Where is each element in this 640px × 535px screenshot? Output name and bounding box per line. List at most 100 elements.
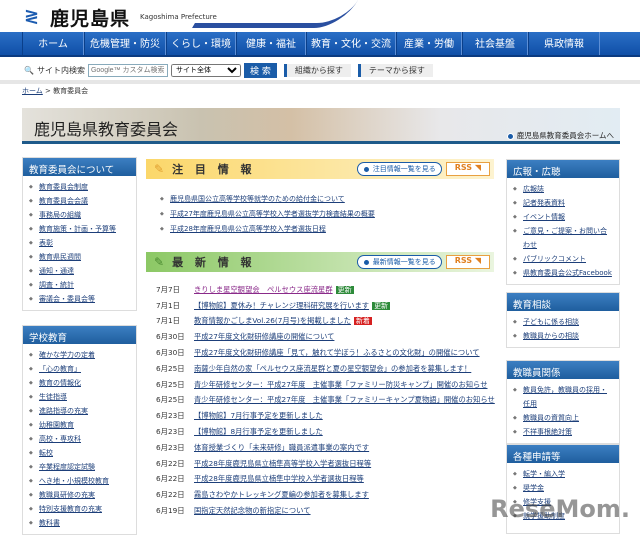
sidebar-link[interactable]: 特別支援教育の充実 [39, 505, 102, 513]
nav-home[interactable]: ホーム [22, 32, 84, 55]
board-home-link[interactable]: 鹿児島県教育委員会ホームへ [507, 130, 614, 141]
sidebar-link[interactable]: 高校・専攻科 [39, 435, 81, 443]
sidebar-link[interactable]: 奨学金 [523, 484, 544, 492]
sidebar-link[interactable]: 調査・統計 [39, 281, 74, 289]
attention-link[interactable]: 平成27年度鹿児島県公立高等学校入学者選抜学力検査結果の概要 [170, 210, 375, 218]
news-link[interactable]: 平成27年度文化財研修講座「見て，触れて学ぼう！ふるさとの文化財」の開催について [194, 348, 480, 357]
search-button[interactable]: 検 索 [243, 63, 277, 78]
news-link[interactable]: 南薩少年自然の家「ペルセウス座流星群と夏の星空観望会」の参加者を募集します！ [194, 364, 471, 373]
sidebar-item: 教職員からの相談 [513, 329, 613, 343]
sidebar-heading: 学校教育 [23, 326, 136, 344]
sidebar-link[interactable]: 教育県民週間 [39, 253, 81, 261]
search-input[interactable] [87, 64, 168, 77]
sidebar-link[interactable]: 教育委員会会議 [39, 197, 88, 205]
sidebar-link[interactable]: へき地・小規模校教育 [39, 477, 109, 485]
nav-living[interactable]: くらし・環境 [166, 32, 236, 55]
attention-rss-button[interactable]: RSS ◥ [445, 162, 490, 176]
sidebar-link[interactable]: 広報誌 [523, 185, 544, 193]
news-date: 6月25日 [156, 363, 185, 373]
search-label: サイト内検索 [36, 66, 85, 75]
news-date: 6月30日 [156, 332, 185, 342]
news-badge: 更新 [372, 301, 391, 310]
sidebar-link[interactable]: 県教育委員会公式Facebook [523, 269, 612, 277]
news-link[interactable]: 【博物館】7月行事予定を更新しました [194, 411, 323, 420]
sidebar-item: 卒業程度認定試験 [29, 460, 130, 474]
news-link[interactable]: 体育授業づくり「未来研修」職員派遣事業の案内です [194, 443, 369, 452]
news-link[interactable]: 霧島さわやかトレッキング夏編の参加者を募集します [194, 490, 369, 499]
sidebar-link[interactable]: 進路指導の充実 [39, 407, 88, 415]
prefecture-emblem-icon: ≷ [24, 6, 40, 27]
org-search-button[interactable]: 組織から探す [283, 64, 351, 77]
sidebar-item: 高校・専攻科 [29, 432, 130, 446]
search-icon: 🔍 [24, 66, 34, 75]
latest-list-button[interactable]: 最新情報一覧を見る [356, 255, 442, 269]
theme-search-button[interactable]: テーマから探す [357, 64, 433, 77]
news-link[interactable]: 青少年研修センター：平成27年度 主催事業「ファミリーキャンプ夏物語」開催のお知… [194, 395, 495, 404]
sidebar-link[interactable]: 教育施策・計画・予算等 [39, 225, 116, 233]
sidebar-item: 教職員の資質向上 [513, 411, 613, 425]
sidebar-link[interactable]: 転校 [39, 449, 53, 457]
nav-health[interactable]: 健康・福祉 [236, 32, 306, 55]
news-link[interactable]: 平成28年度鹿児島県立楠隼中学校入学者選抜日程等 [194, 474, 364, 483]
sidebar-link[interactable]: 審議会・委員会等 [39, 295, 95, 303]
sidebar-item: 教育施策・計画・予算等 [29, 222, 130, 236]
news-link[interactable]: 【博物館】夏休み！チャレンジ理科研究展を行います [194, 301, 369, 310]
nav-industry[interactable]: 産業・労働 [396, 32, 462, 55]
news-date: 6月23日 [156, 427, 185, 437]
news-date: 6月30日 [156, 348, 185, 358]
news-date: 6月22日 [156, 490, 185, 500]
breadcrumb-current: 教育委員会 [53, 87, 89, 95]
latest-rss-button[interactable]: RSS ◥ [445, 255, 490, 269]
news-link[interactable]: 教育情報かごしまVol.26(7月号)を掲載しました [194, 316, 351, 325]
attention-list-button[interactable]: 注目情報一覧を見る [356, 162, 442, 176]
sidebar-link[interactable]: 教育委員会制度 [39, 183, 88, 191]
sidebar-box-pr: 広報・広聴広報誌記者発表資料イベント情報ご意見・ご提案・お問い合わせパブリックコ… [506, 159, 620, 285]
sidebar-link[interactable]: イベント情報 [523, 213, 565, 221]
sidebar-item: イベント情報 [513, 210, 613, 224]
sidebar-link[interactable]: 子どもに係る相談 [523, 318, 579, 326]
search-scope-select[interactable]: サイト全体 [170, 64, 241, 77]
sidebar-link[interactable]: 教育の情報化 [39, 379, 81, 387]
sidebar-link[interactable]: パブリックコメント [523, 255, 586, 263]
sidebar-link[interactable]: 教職員からの相談 [523, 332, 579, 340]
sidebar-item: 教員免許，教職員の採用・任用 [513, 383, 613, 411]
latest-news-table: 7月7日 きりしま星空観望会 ペルセウス座流星群 更新 7月1日 【博物館】夏休み！チャ… [156, 282, 495, 519]
attention-header: ✎ 注 目 情 報 注目情報一覧を見る RSS ◥ [146, 159, 494, 179]
sidebar-link[interactable]: 「心の教育」 [39, 365, 81, 373]
sidebar-link[interactable]: 幼稚園教育 [39, 421, 74, 429]
news-date: 6月22日 [156, 474, 185, 484]
sidebar-link[interactable]: 教職員研修の充実 [39, 491, 95, 499]
sidebar-link[interactable]: 記者発表資料 [523, 199, 565, 207]
latest-title: 最 新 情 報 [172, 256, 256, 269]
sidebar-link[interactable]: 確かな学力の定着 [39, 351, 95, 359]
sidebar-link[interactable]: 卒業程度認定試験 [39, 463, 95, 471]
news-link[interactable]: 青少年研修センター：平成27年度 主催事業「ファミリー防災キャンプ」開催のお知ら… [194, 380, 488, 389]
nav-education[interactable]: 教育・文化・交流 [306, 32, 396, 55]
nav-disaster[interactable]: 危機管理・防災 [84, 32, 166, 55]
site-logo[interactable]: ≷ 鹿児島県 Kagoshima Prefecture [24, 4, 217, 30]
sidebar-link[interactable]: 不祥事根絶対策 [523, 428, 572, 436]
sidebar-link[interactable]: 生徒指導 [39, 393, 67, 401]
sidebar-link[interactable]: 通知・通達 [39, 267, 74, 275]
sidebar-link[interactable]: 教員免許，教職員の採用・任用 [523, 386, 607, 408]
news-link[interactable]: きりしま星空観望会 ペルセウス座流星群 [194, 285, 333, 294]
news-link[interactable]: 平成28年度鹿児島県立楠隼高等学校入学者選抜日程等 [194, 459, 371, 468]
nav-government[interactable]: 県政情報 [528, 32, 600, 55]
news-link[interactable]: 【博物館】8月行事予定を更新しました [194, 427, 323, 436]
sidebar-link[interactable]: 表彰 [39, 239, 53, 247]
table-row: 6月22日 霧島さわやかトレッキング夏編の参加者を募集します [156, 487, 495, 503]
attention-link[interactable]: 平成28年度鹿児島県公立高等学校入学者選抜日程 [170, 225, 326, 233]
global-nav: ホーム 危機管理・防災 くらし・環境 健康・福祉 教育・文化・交流 産業・労働 … [0, 32, 640, 57]
nav-infrastructure[interactable]: 社会基盤 [462, 32, 528, 55]
sidebar-item: 生徒指導 [29, 390, 130, 404]
sidebar-link[interactable]: 教科書 [39, 519, 60, 527]
news-link[interactable]: 平成27年度文化財研修講座の開催について [194, 332, 334, 341]
sidebar-link[interactable]: 転学・編入学 [523, 470, 565, 478]
sidebar-link[interactable]: ご意見・ご提案・お問い合わせ [523, 227, 607, 249]
sidebar-link[interactable]: 事務局の組織 [39, 211, 81, 219]
news-link[interactable]: 国指定天然記念物の新指定について [194, 506, 311, 515]
breadcrumb-home[interactable]: ホーム [22, 87, 43, 95]
sidebar-link[interactable]: 教職員の資質向上 [523, 414, 579, 422]
attention-link[interactable]: 鹿児島県国公立高等学校等就学のための給付金について [170, 195, 345, 203]
sidebar-item: 教育委員会制度 [29, 180, 130, 194]
